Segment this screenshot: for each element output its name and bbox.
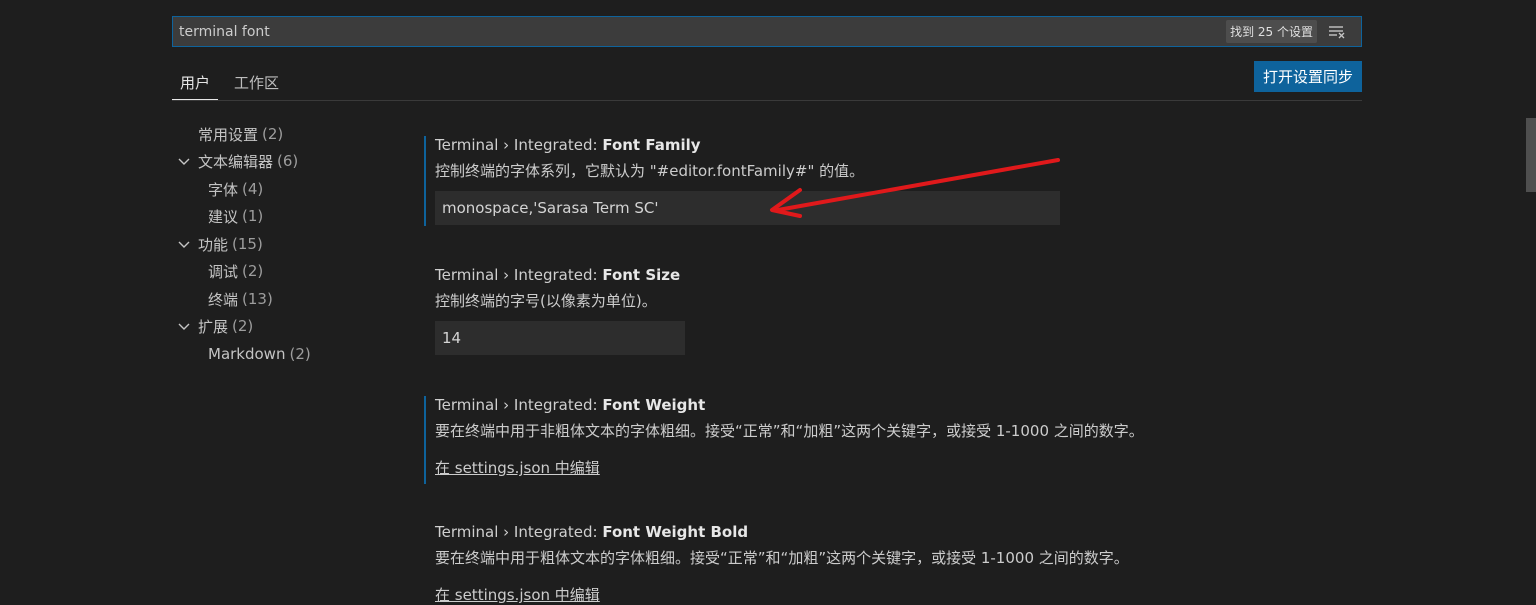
clear-filter-icon[interactable] <box>1325 21 1349 43</box>
toc-item-label: 建议 <box>208 207 239 226</box>
toc-item-label: Markdown <box>208 345 286 363</box>
setting-title: Terminal › Integrated: Font Weight <box>435 396 1224 418</box>
setting-category: Terminal › Integrated: <box>435 396 603 414</box>
toc-item-suggestions[interactable]: 建议 (1) <box>208 203 263 229</box>
toc-item-count: (4) <box>242 180 264 198</box>
toc-item-label: 终端 <box>208 290 239 309</box>
tab-workspace[interactable]: 工作区 <box>226 66 287 100</box>
toc-item-markdown[interactable]: Markdown (2) <box>208 341 311 367</box>
edit-in-settings-json-link[interactable]: 在 settings.json 中编辑 <box>435 584 600 605</box>
setting-font-family: Terminal › Integrated: Font Family 控制终端的… <box>424 136 1224 226</box>
setting-name: Font Size <box>602 266 681 284</box>
toc-item-label: 功能 <box>198 235 229 254</box>
vertical-scrollbar-thumb[interactable] <box>1526 118 1536 192</box>
toc-item-count: (15) <box>232 235 263 253</box>
setting-category: Terminal › Integrated: <box>435 266 603 284</box>
setting-title: Terminal › Integrated: Font Size <box>435 266 1224 288</box>
setting-font-weight-bold: Terminal › Integrated: Font Weight Bold … <box>424 523 1224 605</box>
toc-item-common[interactable]: 常用设置 (2) <box>198 121 283 147</box>
toc-item-count: (2) <box>242 262 264 280</box>
toc-item-extensions[interactable]: 扩展 (2) <box>176 313 253 339</box>
font-family-input[interactable] <box>435 191 1060 225</box>
toc-item-count: (13) <box>242 290 273 308</box>
toc-item-label: 文本编辑器 <box>198 152 274 171</box>
chevron-down-icon[interactable] <box>176 318 192 334</box>
toc-item-count: (2) <box>262 125 284 143</box>
toc-item-count: (6) <box>277 152 299 170</box>
toc-item-label: 调试 <box>208 262 239 281</box>
setting-description: 控制终端的字体系列，它默认为 "#editor.fontFamily#" 的值。 <box>435 162 865 180</box>
chevron-down-icon[interactable] <box>176 236 192 252</box>
result-count-badge: 找到 25 个设置 <box>1226 20 1317 43</box>
toc-item-label: 扩展 <box>198 317 229 336</box>
toc-item-count: (1) <box>242 207 264 225</box>
toc-item-label: 字体 <box>208 180 239 199</box>
setting-category: Terminal › Integrated: <box>435 136 603 154</box>
setting-title: Terminal › Integrated: Font Weight Bold <box>435 523 1224 545</box>
setting-name: Font Family <box>602 136 701 154</box>
setting-font-size: Terminal › Integrated: Font Size 控制终端的字号… <box>424 266 1224 356</box>
edit-in-settings-json-link[interactable]: 在 settings.json 中编辑 <box>435 457 600 478</box>
toc-item-count: (2) <box>289 345 311 363</box>
setting-name: Font Weight Bold <box>602 523 749 541</box>
tab-user[interactable]: 用户 <box>172 66 219 100</box>
turn-on-settings-sync-button[interactable]: 打开设置同步 <box>1254 61 1362 92</box>
toc-item-count: (2) <box>232 317 254 335</box>
setting-font-weight: Terminal › Integrated: Font Weight 要在终端中… <box>424 396 1224 484</box>
settings-scope-tabs: 用户 工作区 <box>172 66 1362 101</box>
settings-search-box[interactable]: 找到 25 个设置 <box>172 16 1362 47</box>
setting-description: 控制终端的字号(以像素为单位)。 <box>435 292 657 310</box>
toc-item-font[interactable]: 字体 (4) <box>208 176 263 202</box>
setting-category: Terminal › Integrated: <box>435 523 603 541</box>
toc-item-text-editor[interactable]: 文本编辑器 (6) <box>176 148 298 174</box>
setting-title: Terminal › Integrated: Font Family <box>435 136 1224 158</box>
toc-item-features[interactable]: 功能 (15) <box>176 231 263 257</box>
font-size-input[interactable] <box>435 321 685 355</box>
toc-item-label: 常用设置 <box>198 125 259 144</box>
toc-item-terminal[interactable]: 终端 (13) <box>208 286 273 312</box>
setting-name: Font Weight <box>602 396 706 414</box>
setting-description: 要在终端中用于非粗体文本的字体粗细。接受“正常”和“加粗”这两个关键字，或接受 … <box>435 422 1144 440</box>
toc-item-debug[interactable]: 调试 (2) <box>208 258 263 284</box>
chevron-down-icon[interactable] <box>176 153 192 169</box>
search-input[interactable] <box>173 17 1227 46</box>
setting-description: 要在终端中用于粗体文本的字体粗细。接受“正常”和“加粗”这两个关键字，或接受 1… <box>435 549 1129 567</box>
